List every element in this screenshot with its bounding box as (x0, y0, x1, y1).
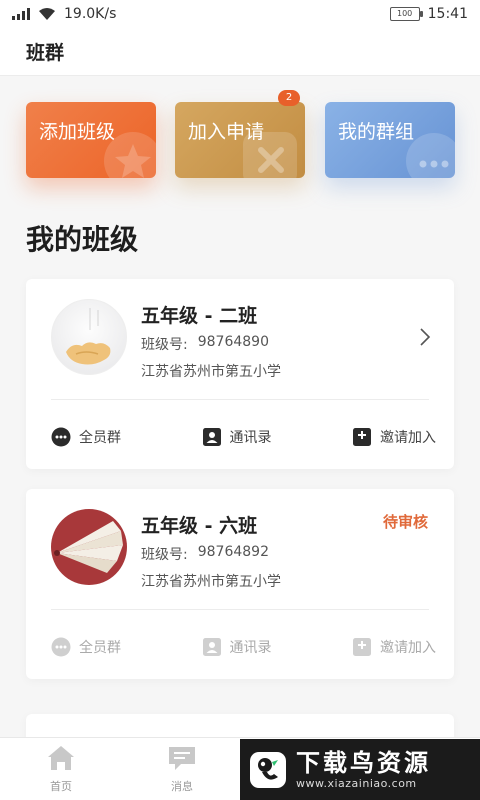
class-number-label: 班级号: (141, 337, 188, 353)
status-bar: 19.0K/s 100 15:41 (0, 0, 480, 28)
join-requests-label: 加入申请 (188, 121, 265, 143)
all-members-group-button[interactable]: 全员群 (51, 637, 121, 657)
class-name: 六班 (219, 515, 258, 537)
class-number: 班级号: 98764890 (141, 334, 269, 354)
divider (51, 399, 429, 400)
section-title: 我的班级 (26, 223, 139, 256)
class-title: 五年级 - 二班 (141, 305, 258, 327)
app-header: 班群 (0, 28, 480, 76)
notification-badge: 2 (278, 90, 300, 106)
invite-icon (352, 637, 372, 657)
class-school: 江苏省苏州市第五小学 (141, 574, 281, 590)
class-grade: 五年级 (141, 515, 199, 537)
status-badge: 待审核 (382, 513, 428, 531)
chat-icon (51, 637, 71, 657)
network-speed: 19.0K/s (64, 6, 117, 22)
tab-home[interactable]: 首页 (31, 744, 91, 794)
class-card[interactable]: 五年级 - 六班 待审核 班级号: 98764892 江苏省苏州市第五小学 全员… (26, 489, 454, 679)
my-groups-label: 我的群组 (338, 121, 415, 143)
class-avatar (51, 299, 127, 375)
tab-messages[interactable]: 消息 (152, 744, 212, 794)
message-icon (169, 747, 195, 770)
watermark: 下载鸟资源 www.xiazainiao.com (240, 739, 480, 800)
contacts-icon (202, 637, 222, 657)
class-number: 班级号: 98764892 (141, 544, 269, 564)
chevron-right-icon[interactable] (418, 327, 432, 347)
invite-icon (352, 427, 372, 447)
invite-button[interactable]: 邀请加入 (352, 427, 436, 447)
contacts-button[interactable]: 通讯录 (202, 427, 272, 447)
contacts-label: 通讯录 (229, 640, 272, 656)
class-name: 二班 (219, 305, 258, 327)
class-grade: 五年级 (141, 305, 199, 327)
contacts-icon (202, 427, 222, 447)
contacts-button[interactable]: 通讯录 (202, 637, 272, 657)
all-members-group-label: 全员群 (79, 640, 121, 656)
clock: 15:41 (427, 6, 468, 22)
watermark-text: 下载鸟资源 (296, 749, 431, 777)
all-members-group-label: 全员群 (79, 430, 121, 446)
class-number-value: 98764890 (197, 334, 269, 350)
tab-messages-label: 消息 (171, 780, 193, 793)
add-class-label: 添加班级 (39, 121, 116, 143)
add-class-button[interactable]: 添加班级 (26, 102, 156, 178)
bird-logo-icon (250, 751, 286, 788)
class-title: 五年级 - 六班 (141, 515, 258, 537)
class-number-label: 班级号: (141, 547, 188, 563)
invite-label: 邀请加入 (380, 430, 436, 446)
divider (51, 609, 429, 610)
invite-label: 邀请加入 (380, 640, 436, 656)
join-requests-button[interactable]: 加入申请 2 (175, 90, 305, 178)
battery-icon: 100 (389, 7, 423, 21)
signal-icon (12, 8, 30, 20)
contacts-label: 通讯录 (229, 430, 272, 446)
class-card[interactable]: 五年级 - 二班 班级号: 98764890 江苏省苏州市第五小学 全员群 通讯… (26, 279, 454, 469)
wifi-icon (39, 8, 55, 20)
all-members-group-button[interactable]: 全员群 (51, 427, 121, 447)
tab-home-label: 首页 (50, 780, 72, 793)
invite-button[interactable]: 邀请加入 (352, 637, 436, 657)
class-avatar (51, 509, 127, 585)
page-title: 班群 (26, 42, 65, 64)
chat-icon (51, 427, 71, 447)
home-icon (48, 746, 74, 770)
class-school: 江苏省苏州市第五小学 (141, 364, 281, 380)
watermark-url: www.xiazainiao.com (296, 777, 417, 790)
class-number-value: 98764892 (197, 544, 269, 560)
my-groups-button[interactable]: 我的群组 (325, 102, 455, 178)
